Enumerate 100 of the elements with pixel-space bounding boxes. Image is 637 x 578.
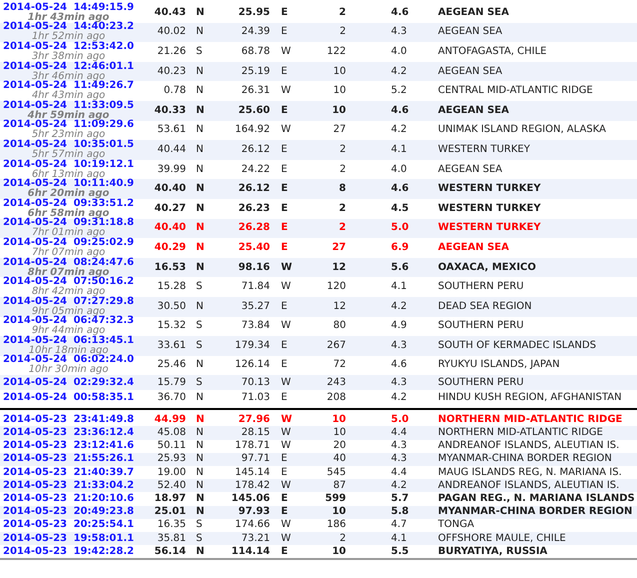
latitude-cell-text: 16.53 <box>153 262 186 273</box>
longitude-cell-text: 26.12 <box>237 184 270 194</box>
depth-cell-text: 10 <box>332 66 346 77</box>
hemisphere-cell-text: N <box>195 242 206 253</box>
hemisphere-cell-text: N <box>195 360 204 370</box>
hemisphere-cell-text: N <box>195 184 206 194</box>
hemisphere-cell-text: E <box>280 507 289 518</box>
magnitude-cell-text: 4.6 <box>390 8 410 18</box>
time-ago-text: 8hr 07min ago <box>28 268 110 278</box>
region-cell: MYANMAR-CHINA BORDER REGION <box>438 454 612 464</box>
depth-cell-text: 545 <box>326 468 346 478</box>
latitude-cell-text: 40.23 <box>156 66 186 77</box>
date-time-link[interactable]: 2014-05-24 08:24:47.6 <box>3 258 134 268</box>
hemisphere-cell-text: N <box>195 468 204 478</box>
date-time-link[interactable]: 2014-05-24 10:19:12.1 <box>3 160 134 170</box>
date-time-link[interactable]: 2014-05-24 12:46:01.1 <box>3 62 134 72</box>
latitude-cell-text: 16.35 <box>156 520 186 530</box>
region-cell: NORTHERN MID-ATLANTIC RIDGE <box>438 414 622 425</box>
date-time-link[interactable]: 2014-05-23 21:40:39.7 <box>3 468 134 478</box>
hemisphere-cell-text: W <box>280 441 292 452</box>
depth-cell-text: 2 <box>338 8 346 18</box>
latitude-cell-text: 0.78 <box>162 86 186 96</box>
date-time-link[interactable]: 2014-05-23 23:12:41.6 <box>3 441 134 452</box>
date-time-link[interactable]: 2014-05-24 09:33:51.2 <box>3 198 134 209</box>
date-time-link[interactable]: 2014-05-24 14:40:23.2 <box>3 22 134 32</box>
region-cell: HINDU KUSH REGION, AFGHANISTAN <box>438 392 622 403</box>
hemisphere-cell-text: W <box>280 125 292 136</box>
date-time-link[interactable]: 2014-05-23 23:41:49.8 <box>3 414 134 425</box>
hemisphere-cell-text: E <box>280 242 289 253</box>
depth-cell-text: 40 <box>332 454 346 464</box>
time-ago-text: 1hr 43min ago <box>28 12 110 23</box>
hemisphere-cell-text: S <box>195 340 204 351</box>
date-time-link[interactable]: 2014-05-23 20:49:23.8 <box>3 507 134 518</box>
latitude-cell-text: 36.70 <box>156 392 186 403</box>
date-time-link[interactable]: 2014-05-24 02:29:32.4 <box>3 378 134 388</box>
hemisphere-cell-text: W <box>280 282 292 292</box>
date-time-link[interactable]: 2014-05-24 09:31:18.8 <box>3 218 134 228</box>
hemisphere-cell-text: N <box>195 494 206 504</box>
date-time-link[interactable]: 2014-05-24 07:50:16.2 <box>3 277 134 288</box>
hemisphere-cell-text: S <box>195 321 204 332</box>
latitude-cell-text: 40.33 <box>153 106 186 116</box>
hemisphere-cell-text: E <box>280 164 288 175</box>
depth-cell-text: 27 <box>332 125 346 136</box>
date-time-link[interactable]: 2014-05-23 21:20:10.6 <box>3 494 134 504</box>
region-cell: WESTERN TURKEY <box>438 223 541 234</box>
date-time-link[interactable]: 2014-05-24 11:33:09.5 <box>3 100 134 111</box>
depth-cell-text: 10 <box>332 428 346 438</box>
hemisphere-cell-text: E <box>280 546 289 557</box>
region-cell: AEGEAN SEA <box>438 164 502 175</box>
date-time-link[interactable]: 2014-05-24 06:47:32.3 <box>3 316 134 326</box>
hemisphere-cell-text: E <box>280 340 288 351</box>
magnitude-cell-text: 4.3 <box>390 378 408 388</box>
magnitude-cell-text: 4.2 <box>390 66 408 77</box>
date-time-link[interactable]: 2014-05-24 00:58:35.1 <box>3 392 134 403</box>
time-ago-text: 4hr 59min ago <box>28 110 110 121</box>
hemisphere-cell-text: E <box>280 8 289 18</box>
hemisphere-cell-text: N <box>195 414 206 425</box>
longitude-cell-text: 145.06 <box>230 494 270 504</box>
longitude-cell-text: 145.14 <box>234 468 270 478</box>
date-time-link[interactable]: 2014-05-23 21:33:04.2 <box>3 480 134 491</box>
magnitude-cell-text: 4.0 <box>390 164 408 175</box>
date-time-link[interactable]: 2014-05-24 11:49:26.7 <box>3 81 134 92</box>
date-time-link[interactable]: 2014-05-23 21:55:26.1 <box>3 454 134 464</box>
date-time-link[interactable]: 2014-05-24 06:13:45.1 <box>3 336 134 346</box>
date-time-link[interactable]: 2014-05-24 12:53:42.0 <box>3 42 134 52</box>
depth-cell-text: 12 <box>331 262 346 273</box>
hemisphere-cell-text: W <box>280 414 294 425</box>
longitude-cell-text: 71.03 <box>240 392 270 403</box>
hemisphere-cell-text: E <box>280 66 288 77</box>
date-time-link[interactable]: 2014-05-24 10:11:40.9 <box>3 179 134 190</box>
date-time-link[interactable]: 2014-05-24 10:35:01.5 <box>3 140 134 150</box>
longitude-cell-text: 25.19 <box>240 66 270 77</box>
magnitude-cell-text: 4.6 <box>390 184 410 194</box>
date-time-link[interactable]: 2014-05-24 09:25:02.9 <box>3 238 134 248</box>
longitude-cell-text: 71.84 <box>240 282 270 292</box>
date-time-link[interactable]: 2014-05-24 14:49:15.9 <box>3 2 134 13</box>
latitude-cell-text: 25.93 <box>156 454 186 464</box>
latitude-cell-text: 15.32 <box>156 321 186 332</box>
date-time-link[interactable]: 2014-05-23 20:25:54.1 <box>3 520 134 530</box>
hemisphere-cell-text: N <box>195 302 204 312</box>
longitude-cell-text: 97.71 <box>240 454 270 464</box>
date-time-link[interactable]: 2014-05-24 06:02:24.0 <box>3 355 134 366</box>
date-time-link[interactable]: 2014-05-24 07:27:29.8 <box>3 296 134 307</box>
magnitude-cell-text: 4.1 <box>390 144 408 155</box>
hemisphere-cell-text: S <box>195 534 204 544</box>
date-time-link[interactable]: 2014-05-24 11:09:29.6 <box>3 120 134 130</box>
depth-cell-text: 267 <box>326 340 346 351</box>
region-cell: NORTHERN MID-ATLANTIC RIDGE <box>438 428 603 438</box>
hemisphere-cell-text: W <box>280 534 292 544</box>
magnitude-cell-text: 5.8 <box>390 507 410 518</box>
date-time-link[interactable]: 2014-05-23 19:58:01.1 <box>3 534 134 544</box>
hemisphere-cell-text: E <box>280 204 289 214</box>
date-time-link[interactable]: 2014-05-23 23:36:12.4 <box>3 428 134 438</box>
magnitude-cell-text: 5.0 <box>390 223 410 234</box>
hemisphere-cell-text: W <box>280 378 292 388</box>
depth-cell-text: 10 <box>331 414 346 425</box>
latitude-cell-text: 18.97 <box>153 494 186 504</box>
hemisphere-cell-text: E <box>280 144 288 155</box>
latitude-cell-text: 40.40 <box>153 184 186 194</box>
date-time-link[interactable]: 2014-05-23 19:42:28.2 <box>3 546 134 557</box>
